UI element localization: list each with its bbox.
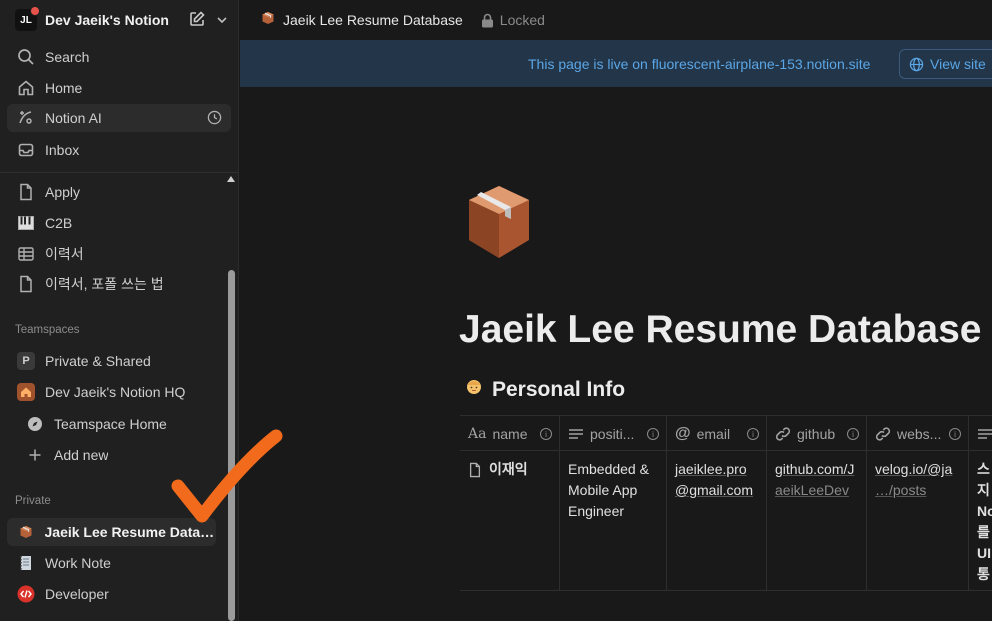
document-icon [469, 462, 481, 478]
code-icon [16, 585, 36, 603]
workspace-name: Dev Jaeik's Notion [45, 12, 169, 28]
title-icon: Aa [468, 426, 487, 442]
page-title[interactable]: Jaeik Lee Resume Database [459, 308, 981, 352]
private-section-label: Private [15, 495, 51, 507]
topbar: Jaeik Lee Resume Database Locked [240, 0, 992, 40]
chevron-down-icon[interactable] [216, 13, 228, 31]
package-icon [261, 11, 275, 30]
house-icon [17, 383, 35, 401]
globe-icon [909, 57, 924, 71]
database-table: Aa name i positi... i @ email i github i… [460, 415, 992, 595]
sidebar-item-apply[interactable]: Apply [7, 178, 231, 206]
sidebar-item-developer[interactable]: Developer [7, 580, 231, 608]
link-icon [775, 426, 791, 442]
workspace-logo: JL [15, 6, 40, 31]
notion-ai-icon [16, 109, 36, 127]
info-icon[interactable]: i [747, 428, 759, 440]
sidebar-item-private-shared[interactable]: P Private & Shared [7, 347, 231, 375]
cell-extra[interactable]: 스 지 No 를 UI 통 [968, 451, 992, 591]
sidebar-item-resume[interactable]: 이력서 [7, 240, 231, 268]
table-header: Aa name i positi... i @ email i github i… [460, 415, 992, 452]
sidebar-divider [0, 172, 238, 173]
cell-position[interactable]: Embedded & Mobile App Engineer [559, 451, 667, 591]
inbox-icon [16, 141, 36, 159]
column-header-position[interactable]: positi... i [559, 416, 667, 452]
text-icon [977, 427, 992, 441]
sidebar-item-work-note[interactable]: Work Note [7, 549, 231, 577]
info-icon[interactable]: i [949, 428, 961, 440]
sidebar-item-how-to-write[interactable]: 이력서, 포폴 쓰는 법 [7, 270, 231, 298]
section-heading: Personal Info [466, 378, 625, 402]
cell-email[interactable]: jaeiklee.pro @gmail.com [666, 451, 767, 591]
column-header-extra[interactable] [968, 416, 992, 452]
link-icon [875, 426, 891, 442]
document-icon [16, 275, 36, 293]
page-icon-package[interactable] [465, 182, 533, 267]
sidebar-item-c2b[interactable]: C2B [7, 209, 231, 237]
sidebar-item-notion-hq[interactable]: Dev Jaeik's Notion HQ [7, 378, 231, 406]
lock-status[interactable]: Locked [481, 12, 545, 28]
column-header-email[interactable]: @ email i [666, 416, 767, 452]
column-header-name[interactable]: Aa name i [460, 416, 560, 452]
private-shared-badge: P [17, 352, 35, 370]
info-icon[interactable]: i [540, 428, 552, 440]
new-page-icon[interactable] [188, 10, 206, 33]
search-icon [16, 48, 36, 66]
sidebar-item-home[interactable]: Home [7, 74, 231, 102]
banner-text: This page is live on fluorescent-airplan… [528, 56, 871, 72]
table-row[interactable]: 이재익 Embedded & Mobile App Engineer jaeik… [460, 451, 992, 591]
compass-icon [25, 416, 45, 432]
piano-icon [16, 216, 36, 230]
cell-github[interactable]: github.com/J aeikLeeDev [766, 451, 867, 591]
cell-website[interactable]: velog.io/@ja …/posts [866, 451, 969, 591]
sidebar-item-search[interactable]: Search [7, 43, 231, 71]
info-icon[interactable]: i [647, 428, 659, 440]
package-icon [16, 525, 36, 539]
sidebar-item-inbox[interactable]: Inbox [7, 136, 231, 164]
text-icon [568, 427, 584, 441]
table-icon [16, 247, 36, 261]
info-icon[interactable]: i [847, 428, 859, 440]
published-banner: This page is live on fluorescent-airplan… [240, 40, 992, 87]
sidebar-item-notion-ai[interactable]: Notion AI [7, 104, 231, 132]
column-header-website[interactable]: webs... i [866, 416, 969, 452]
plus-icon [25, 448, 45, 462]
teamspaces-section-label: Teamspaces [15, 324, 80, 336]
history-icon[interactable] [207, 110, 222, 128]
person-icon [466, 378, 482, 402]
lock-icon [481, 13, 493, 27]
home-icon [16, 79, 36, 97]
column-header-github[interactable]: github i [766, 416, 867, 452]
cell-name[interactable]: 이재익 [460, 451, 560, 591]
view-site-button[interactable]: View site [899, 49, 992, 79]
at-icon: @ [675, 425, 691, 442]
notebook-icon [16, 555, 36, 571]
document-icon [16, 183, 36, 201]
breadcrumb-title[interactable]: Jaeik Lee Resume Database [283, 12, 463, 28]
annotation-checkmark-icon [171, 429, 283, 523]
lock-label: Locked [499, 12, 545, 28]
workspace-switcher[interactable]: JL Dev Jaeik's Notion [8, 6, 232, 34]
